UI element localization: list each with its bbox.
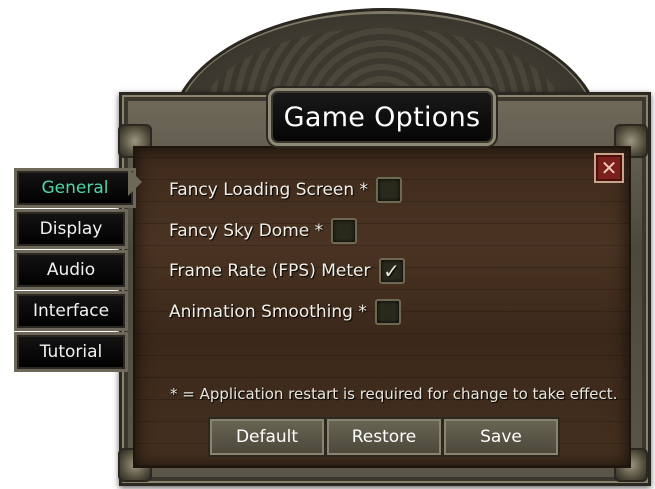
tab-general[interactable]: General: [14, 168, 136, 208]
tab-label: General: [41, 178, 109, 198]
tab-label: Tutorial: [39, 342, 103, 362]
close-icon: ✕: [600, 156, 618, 180]
tab-label: Display: [39, 219, 103, 239]
option-label: Fancy Sky Dome *: [169, 221, 324, 241]
button-label: Default: [235, 427, 299, 447]
option-label: Animation Smoothing *: [169, 302, 367, 322]
button-label: Save: [480, 427, 522, 447]
option-fps-meter: Frame Rate (FPS) Meter ✓: [169, 258, 405, 284]
restart-footnote: * = Application restart is required for …: [170, 385, 618, 403]
option-fancy-sky-dome: Fancy Sky Dome *: [169, 218, 358, 244]
tab-audio[interactable]: Audio: [14, 250, 128, 290]
tab-label: Audio: [46, 260, 96, 280]
active-tab-pointer: [128, 168, 142, 196]
option-animation-smoothing: Animation Smoothing *: [169, 299, 401, 325]
save-button[interactable]: Save: [442, 417, 560, 457]
fps-meter-checkbox[interactable]: ✓: [378, 258, 405, 284]
close-button[interactable]: ✕: [594, 153, 624, 183]
tab-label: Interface: [32, 301, 110, 321]
option-label: Fancy Loading Screen *: [169, 180, 369, 200]
option-fancy-loading-screen: Fancy Loading Screen *: [169, 177, 403, 203]
window-title: Game Options: [283, 101, 481, 133]
default-button[interactable]: Default: [208, 417, 326, 457]
tab-tutorial[interactable]: Tutorial: [14, 332, 128, 372]
animation-smoothing-checkbox[interactable]: [374, 299, 401, 325]
option-label: Frame Rate (FPS) Meter: [169, 261, 371, 281]
fancy-sky-dome-checkbox[interactable]: [331, 218, 358, 244]
tab-display[interactable]: Display: [14, 209, 128, 249]
restore-button[interactable]: Restore: [325, 417, 443, 457]
checkmark-icon: ✓: [383, 259, 400, 283]
button-label: Restore: [351, 427, 417, 447]
title-plate: Game Options: [268, 88, 496, 146]
fancy-loading-screen-checkbox[interactable]: [376, 177, 403, 203]
tab-interface[interactable]: Interface: [14, 291, 128, 331]
